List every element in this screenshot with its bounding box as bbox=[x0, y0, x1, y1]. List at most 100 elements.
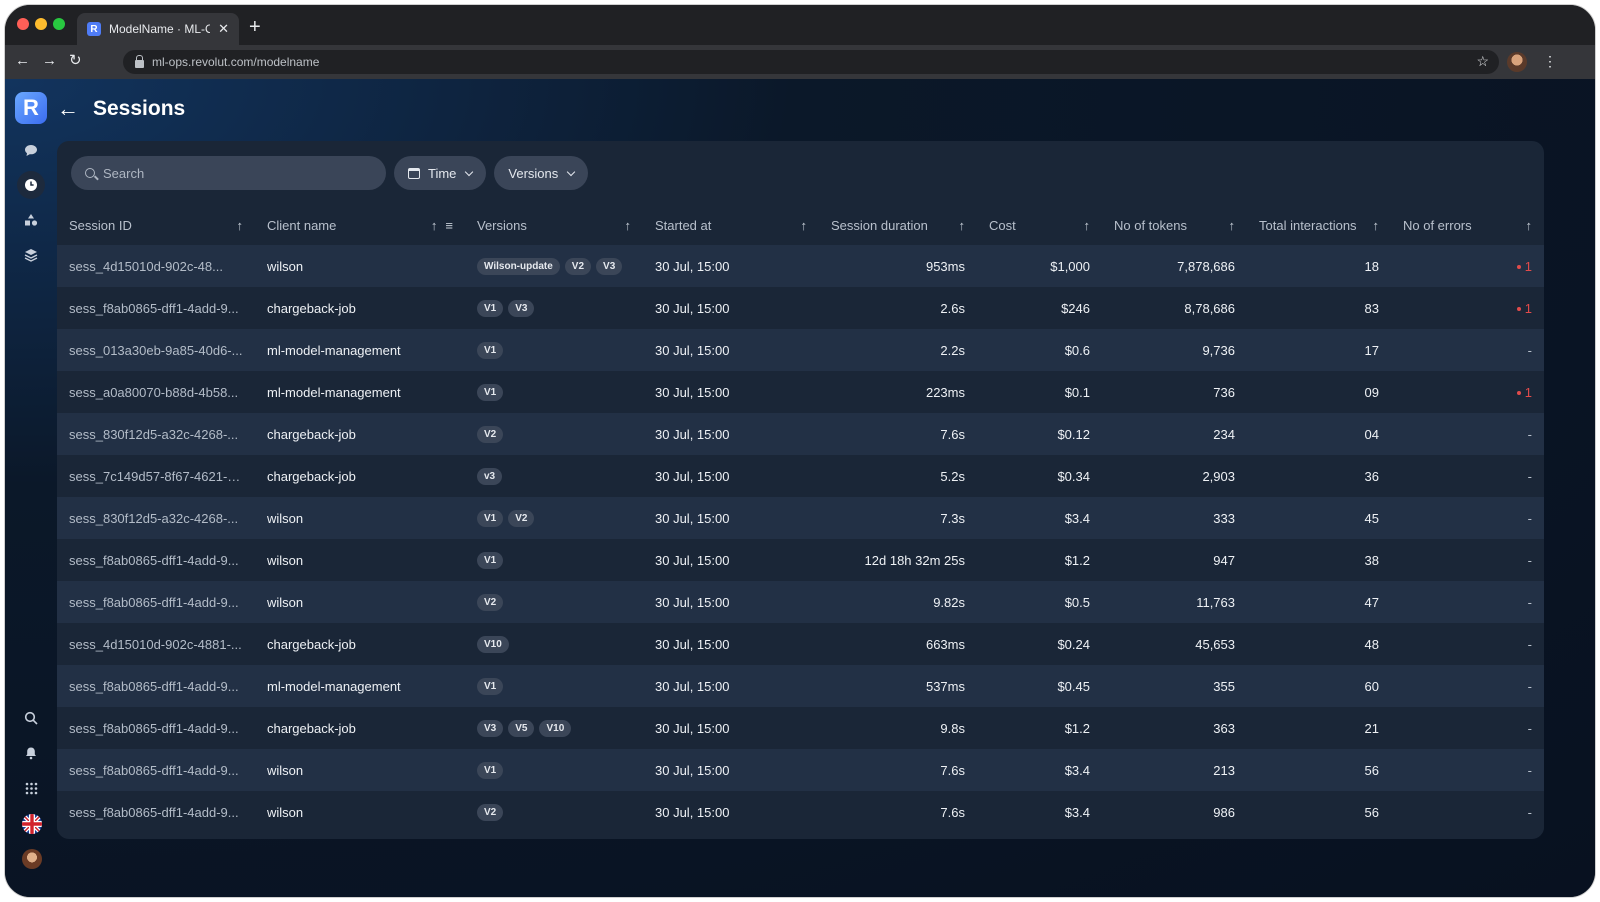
interactions-cell: 17 bbox=[1364, 342, 1379, 358]
errors-cell: - bbox=[1391, 413, 1544, 455]
sort-arrow-icon[interactable]: ↑ bbox=[625, 218, 632, 233]
tab-title: ModelName · ML-Ops bbox=[109, 22, 210, 36]
table-header-row: Session ID ↑ Client name ↑ ≡ Versions ↑ Star… bbox=[57, 205, 1544, 245]
revolut-logo[interactable]: R bbox=[15, 92, 47, 124]
browser-menu-icon[interactable]: ⋮ bbox=[1543, 53, 1557, 70]
table-row[interactable]: sess_830f12d5-a32c-4268-... chargeback-jo… bbox=[57, 413, 1544, 455]
table-row[interactable]: sess_f8ab0865-dff1-4add-9... chargeback-j… bbox=[57, 707, 1544, 749]
minimize-window-button[interactable] bbox=[35, 18, 47, 30]
history-icon[interactable] bbox=[17, 171, 45, 199]
interactions-cell: 83 bbox=[1364, 300, 1379, 316]
session-id-cell: sess_7c149d57-8f67-4621-9... bbox=[69, 468, 246, 484]
bookmark-star-icon[interactable]: ☆ bbox=[1476, 53, 1489, 70]
no-errors-dash: - bbox=[1527, 804, 1532, 820]
column-header-tokens[interactable]: No of tokens ↑ bbox=[1102, 205, 1247, 245]
client-name-cell: wilson bbox=[267, 510, 304, 526]
error-dot-icon bbox=[1516, 307, 1521, 312]
uk-flag-icon[interactable] bbox=[22, 814, 42, 834]
filter-lines-icon[interactable]: ≡ bbox=[445, 218, 453, 233]
table-row[interactable]: sess_f8ab0865-dff1-4add-9... wilson V2 30 J… bbox=[57, 581, 1544, 623]
duration-cell: 12d 18h 32m 25s bbox=[864, 552, 965, 568]
cost-cell: $3.4 bbox=[1064, 804, 1090, 820]
column-header-errors[interactable]: No of errors ↑ bbox=[1391, 205, 1544, 245]
column-header-started-at[interactable]: Started at ↑ bbox=[643, 205, 819, 245]
table-row[interactable]: sess_f8ab0865-dff1-4add-9... wilson V1 30 J… bbox=[57, 539, 1544, 581]
time-filter-button[interactable]: Time bbox=[394, 156, 487, 190]
sort-arrow-icon[interactable]: ↑ bbox=[1373, 218, 1380, 233]
started-at-cell: 30 Jul, 15:00 bbox=[655, 636, 730, 652]
session-id-cell: sess_f8ab0865-dff1-4add-9... bbox=[69, 552, 239, 568]
interactions-cell: 45 bbox=[1364, 510, 1379, 526]
sort-arrow-icon[interactable]: ↑ bbox=[1084, 218, 1091, 233]
search-icon[interactable] bbox=[17, 704, 45, 732]
new-tab-button[interactable]: + bbox=[249, 17, 261, 37]
column-header-cost[interactable]: Cost ↑ bbox=[977, 205, 1102, 245]
column-header-session-id[interactable]: Session ID ↑ bbox=[57, 205, 255, 245]
shapes-icon[interactable] bbox=[17, 206, 45, 234]
client-name-cell: wilson bbox=[267, 258, 304, 274]
sort-arrow-icon[interactable]: ↑ bbox=[959, 218, 966, 233]
errors-cell: - bbox=[1391, 455, 1544, 497]
tab-strip: R ModelName · ML-Ops ✕ + bbox=[5, 5, 1595, 45]
version-badge: V1 bbox=[477, 678, 504, 695]
table-row[interactable]: sess_f8ab0865-dff1-4add-9... wilson V2 30 J… bbox=[57, 791, 1544, 833]
address-bar[interactable]: ml-ops.revolut.com/modelname ☆ bbox=[123, 50, 1499, 74]
maximize-window-button[interactable] bbox=[53, 18, 65, 30]
column-header-interactions[interactable]: Total interactions ↑ bbox=[1247, 205, 1391, 245]
sort-arrow-icon[interactable]: ↑ bbox=[801, 218, 808, 233]
versions-cell: V1 bbox=[465, 539, 643, 581]
cost-cell: $1,000 bbox=[1050, 258, 1090, 274]
client-name-cell: wilson bbox=[267, 804, 304, 820]
browser-profile-avatar[interactable] bbox=[1507, 52, 1527, 72]
search-box[interactable] bbox=[71, 156, 386, 190]
url-text: ml-ops.revolut.com/modelname bbox=[152, 55, 320, 69]
browser-tab[interactable]: R ModelName · ML-Ops ✕ bbox=[77, 13, 239, 45]
user-avatar[interactable] bbox=[22, 849, 42, 869]
sort-arrow-icon[interactable]: ↑ bbox=[1526, 218, 1533, 233]
back-arrow-icon[interactable]: ← bbox=[57, 98, 79, 120]
table-row[interactable]: sess_f8ab0865-dff1-4add-9... wilson V1 30 J… bbox=[57, 749, 1544, 791]
tokens-cell: 736 bbox=[1213, 384, 1235, 400]
close-tab-icon[interactable]: ✕ bbox=[218, 21, 229, 37]
back-nav-icon[interactable]: ← bbox=[15, 52, 30, 70]
versions-filter-button[interactable]: Versions bbox=[494, 156, 589, 190]
cost-cell: $1.2 bbox=[1064, 720, 1090, 736]
table-row[interactable]: sess_7c149d57-8f67-4621-9... chargeback-j… bbox=[57, 455, 1544, 497]
column-header-client-name[interactable]: Client name ↑ ≡ bbox=[255, 205, 465, 245]
no-errors-dash: - bbox=[1527, 426, 1532, 442]
client-name-cell: ml-model-management bbox=[267, 678, 401, 694]
chat-icon[interactable] bbox=[17, 136, 45, 164]
layers-icon[interactable] bbox=[17, 241, 45, 269]
client-name-cell: chargeback-job bbox=[267, 426, 356, 442]
reload-icon[interactable]: ↻ bbox=[69, 52, 82, 70]
table-row[interactable]: sess_013a30eb-9a85-40d6-... ml-model-mana… bbox=[57, 329, 1544, 371]
no-errors-dash: - bbox=[1527, 720, 1532, 736]
apps-grid-icon[interactable] bbox=[17, 774, 45, 802]
sort-arrow-icon[interactable]: ↑ bbox=[237, 218, 244, 233]
sort-arrow-icon[interactable]: ↑ bbox=[431, 218, 438, 233]
table-row[interactable]: sess_830f12d5-a32c-4268-... wilson V1 V2 30 … bbox=[57, 497, 1544, 539]
errors-cell: - bbox=[1391, 707, 1544, 749]
duration-cell: 9.82s bbox=[933, 594, 965, 610]
client-name-cell: chargeback-job bbox=[267, 720, 356, 736]
table-row[interactable]: sess_4d15010d-902c-4881-... chargeback-jo… bbox=[57, 623, 1544, 665]
client-name-cell: chargeback-job bbox=[267, 636, 356, 652]
table-row[interactable]: sess_4d15010d-902c-48... wilson Wilson-upd… bbox=[57, 245, 1544, 287]
table-row[interactable]: sess_f8ab0865-dff1-4add-9... chargeback-j… bbox=[57, 287, 1544, 329]
close-window-button[interactable] bbox=[17, 18, 29, 30]
versions-cell: V10 bbox=[465, 623, 643, 665]
page-title: Sessions bbox=[93, 97, 186, 120]
duration-cell: 7.6s bbox=[940, 426, 965, 442]
version-badge: V3 bbox=[596, 258, 623, 275]
column-header-versions[interactable]: Versions ↑ bbox=[465, 205, 643, 245]
search-input[interactable] bbox=[103, 165, 363, 181]
table-row[interactable]: sess_f8ab0865-dff1-4add-9... ml-model-man… bbox=[57, 665, 1544, 707]
sort-arrow-icon[interactable]: ↑ bbox=[1229, 218, 1236, 233]
bell-icon[interactable] bbox=[17, 739, 45, 767]
calendar-icon bbox=[408, 167, 420, 179]
no-errors-dash: - bbox=[1527, 468, 1532, 484]
table-row[interactable]: sess_a0a80070-b88d-4b58... ml-model-manag… bbox=[57, 371, 1544, 413]
interactions-cell: 56 bbox=[1364, 762, 1379, 778]
column-header-session-duration[interactable]: Session duration ↑ bbox=[819, 205, 977, 245]
forward-nav-icon[interactable]: → bbox=[42, 52, 57, 70]
